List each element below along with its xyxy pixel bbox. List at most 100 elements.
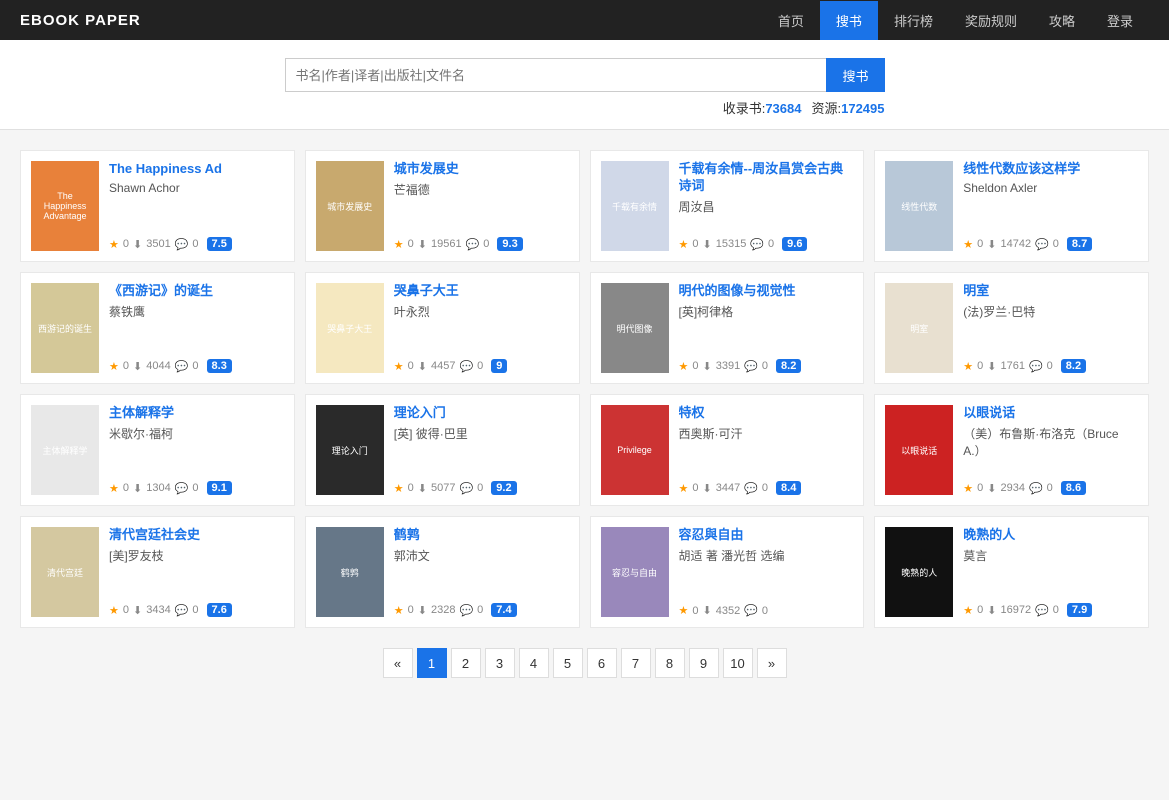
book-cover: 以眼说话 [885,405,953,495]
pagination-page-9[interactable]: 9 [689,648,719,678]
book-card: 清代宫廷清代宫廷社会史[美]罗友枝 ★ 0 ⬇ 3434 💬 0 7.6 [20,516,295,628]
pagination-page-1[interactable]: 1 [417,648,447,678]
book-card: The Happiness AdvantageThe Happiness AdS… [20,150,295,262]
nav-item-首页[interactable]: 首页 [762,1,820,40]
book-title[interactable]: 理论入门 [394,405,569,422]
book-title[interactable]: 清代宫廷社会史 [109,527,284,544]
star-icon: ★ [963,482,973,495]
comment-count: 0 [192,360,198,372]
pagination-page-6[interactable]: 6 [587,648,617,678]
pagination-next[interactable]: » [757,648,787,678]
book-title[interactable]: 以眼说话 [963,405,1138,422]
book-card: 以眼说话以眼说话（美）布鲁斯·布洛克（Bruce A.） ★ 0 ⬇ 2934 … [874,394,1149,506]
book-info: 理论入门[英] 彼得·巴里 ★ 0 ⬇ 5077 💬 0 9.2 [394,405,569,495]
book-meta: ★ 0 ⬇ 3447 💬 0 8.4 [679,481,854,495]
book-meta: ★ 0 ⬇ 4044 💬 0 8.3 [109,359,284,373]
book-title[interactable]: 线性代数应该这样学 [963,161,1138,178]
nav-item-奖励规则[interactable]: 奖励规则 [949,1,1033,40]
nav-item-排行榜[interactable]: 排行榜 [878,1,949,40]
comment-count: 0 [762,360,768,372]
book-title[interactable]: 鹤鹑 [394,527,569,544]
nav-item-登录[interactable]: 登录 [1091,1,1149,40]
star-icon: ★ [109,604,119,617]
book-title[interactable]: 晚熟的人 [963,527,1138,544]
star-icon: ★ [963,360,973,373]
stars-count: 0 [692,238,698,250]
book-cover: 容忍与自由 [601,527,669,617]
book-cover: 西游记的诞生 [31,283,99,373]
comment-icon: 💬 [459,604,473,617]
comment-icon: 💬 [1029,360,1043,373]
book-meta: ★ 0 ⬇ 4352 💬 0 [679,604,854,617]
book-title[interactable]: 容忍與自由 [679,527,854,544]
pagination-page-5[interactable]: 5 [553,648,583,678]
book-author: [英]柯律格 [679,303,854,320]
star-icon: ★ [679,238,689,251]
book-cover: Privilege [601,405,669,495]
comment-icon: 💬 [175,238,189,251]
book-title[interactable]: 明室 [963,283,1138,300]
download-count: 4352 [716,605,740,617]
book-cover: 明代图像 [601,283,669,373]
star-icon: ★ [679,360,689,373]
download-icon: ⬇ [703,238,712,251]
book-meta: ★ 0 ⬇ 1761 💬 0 8.2 [963,359,1138,373]
book-cover: 晚熟的人 [885,527,953,617]
book-title[interactable]: 明代的图像与视觉性 [679,283,854,300]
star-icon: ★ [109,482,119,495]
star-icon: ★ [394,360,404,373]
comment-icon: 💬 [175,604,189,617]
book-info: 以眼说话（美）布鲁斯·布洛克（Bruce A.） ★ 0 ⬇ 2934 💬 0 … [963,405,1138,495]
book-info: 明代的图像与视觉性[英]柯律格 ★ 0 ⬇ 3391 💬 0 8.2 [679,283,854,373]
book-author: Shawn Achor [109,181,284,195]
book-card: 明室明室 (法)罗兰·巴特 ★ 0 ⬇ 1761 💬 0 8.2 [874,272,1149,384]
pagination-page-7[interactable]: 7 [621,648,651,678]
pagination-page-8[interactable]: 8 [655,648,685,678]
search-input[interactable] [285,58,827,92]
download-icon: ⬇ [987,604,996,617]
book-score: 7.9 [1067,603,1092,617]
stats-books-count: 73684 [765,101,801,116]
books-grid: The Happiness AdvantageThe Happiness AdS… [20,150,1149,628]
book-title[interactable]: 千载有余情--周汝昌赏会古典诗词 [679,161,854,195]
book-title[interactable]: 主体解释学 [109,405,284,422]
book-cover: 明室 [885,283,953,373]
book-score: 7.6 [207,603,232,617]
book-author: Sheldon Axler [963,181,1138,195]
download-icon: ⬇ [987,238,996,251]
book-title[interactable]: 哭鼻子大王 [394,283,569,300]
download-count: 2934 [1000,482,1024,494]
comment-icon: 💬 [1035,238,1049,251]
pagination-page-4[interactable]: 4 [519,648,549,678]
download-count: 2328 [431,604,455,616]
search-button[interactable]: 搜书 [826,58,884,92]
book-score: 9 [491,359,507,373]
pagination-page-3[interactable]: 3 [485,648,515,678]
book-card: 线性代数线性代数应该这样学Sheldon Axler ★ 0 ⬇ 14742 💬… [874,150,1149,262]
book-info: 哭鼻子大王叶永烈 ★ 0 ⬇ 4457 💬 0 9 [394,283,569,373]
book-title[interactable]: The Happiness Ad [109,161,284,178]
pagination-prev[interactable]: « [383,648,413,678]
book-title[interactable]: 特权 [679,405,854,422]
nav-item-攻略[interactable]: 攻略 [1033,1,1091,40]
stars-count: 0 [692,360,698,372]
book-title[interactable]: 《西游记》的诞生 [109,283,284,300]
book-title[interactable]: 城市发展史 [394,161,569,178]
download-icon: ⬇ [418,360,427,373]
pagination-page-2[interactable]: 2 [451,648,481,678]
book-author: (法)罗兰·巴特 [963,303,1138,320]
book-info: 《西游记》的诞生蔡铁鹰 ★ 0 ⬇ 4044 💬 0 8.3 [109,283,284,373]
comment-count: 0 [192,604,198,616]
stars-count: 0 [408,482,414,494]
book-card: 西游记的诞生《西游记》的诞生蔡铁鹰 ★ 0 ⬇ 4044 💬 0 8.3 [20,272,295,384]
comment-count: 0 [1053,238,1059,250]
stars-count: 0 [977,238,983,250]
nav-item-搜书[interactable]: 搜书 [820,1,878,40]
book-cover: 鹤鹑 [316,527,384,617]
book-card: 鹤鹑鹤鹑郭沛文 ★ 0 ⬇ 2328 💬 0 7.4 [305,516,580,628]
book-author: 叶永烈 [394,303,569,320]
star-icon: ★ [109,360,119,373]
pagination-page-10[interactable]: 10 [723,648,753,678]
book-cover: 城市发展史 [316,161,384,251]
download-icon: ⬇ [703,482,712,495]
